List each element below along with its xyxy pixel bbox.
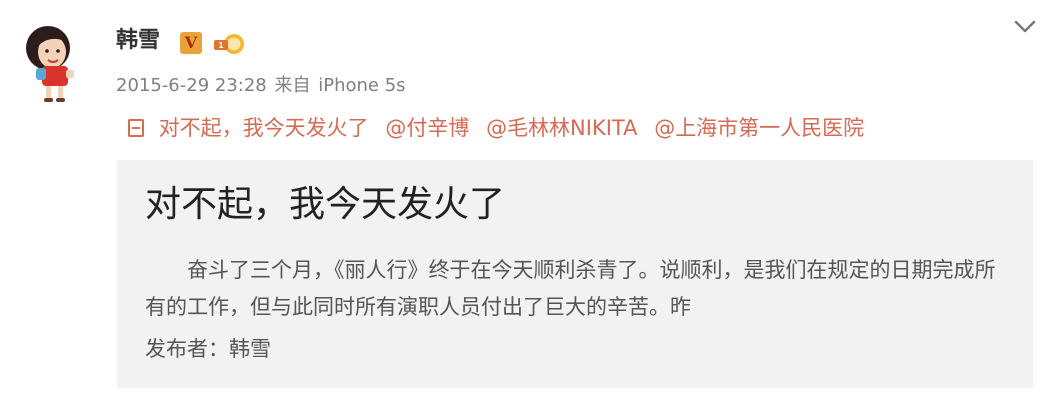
user-avatar[interactable] bbox=[14, 22, 84, 108]
article-title: 对不起，我今天发火了 bbox=[145, 184, 506, 225]
mention-link[interactable]: @付辛博 bbox=[385, 116, 469, 140]
article-link-icon[interactable] bbox=[128, 119, 144, 137]
user-name[interactable]: 韩雪 bbox=[116, 26, 160, 56]
mention-link[interactable]: @毛林林NIKITA bbox=[486, 116, 637, 140]
mention-link[interactable]: @上海市第一人民医院 bbox=[654, 116, 864, 140]
chevron-down-icon[interactable] bbox=[1012, 16, 1038, 36]
verified-badge-icon: V bbox=[180, 32, 202, 54]
post-meta: 2015-6-29 23:28 来自 iPhone 5s bbox=[116, 74, 408, 98]
headline-title-link[interactable]: 对不起，我今天发火了 bbox=[159, 116, 369, 140]
level-badge-icon[interactable]: 1 bbox=[212, 32, 248, 56]
post-timestamp[interactable]: 2015-6-29 23:28 bbox=[116, 75, 267, 96]
svg-text:1: 1 bbox=[218, 41, 224, 50]
post-headline: 对不起，我今天发火了 @付辛博 @毛林林NIKITA @上海市第一人民医院 bbox=[128, 114, 864, 142]
article-card[interactable]: 对不起，我今天发火了 奋斗了三个月，《丽人行》终于在今天顺利杀青了。说顺利，是我… bbox=[117, 160, 1033, 388]
post-source-device[interactable]: iPhone 5s bbox=[318, 75, 405, 96]
article-body: 奋斗了三个月，《丽人行》终于在今天顺利杀青了。说顺利，是我们在规定的日期完成所有… bbox=[145, 258, 996, 319]
post-source-prefix: 来自 bbox=[274, 75, 311, 96]
article-author: 发布者：韩雪 bbox=[145, 337, 271, 361]
